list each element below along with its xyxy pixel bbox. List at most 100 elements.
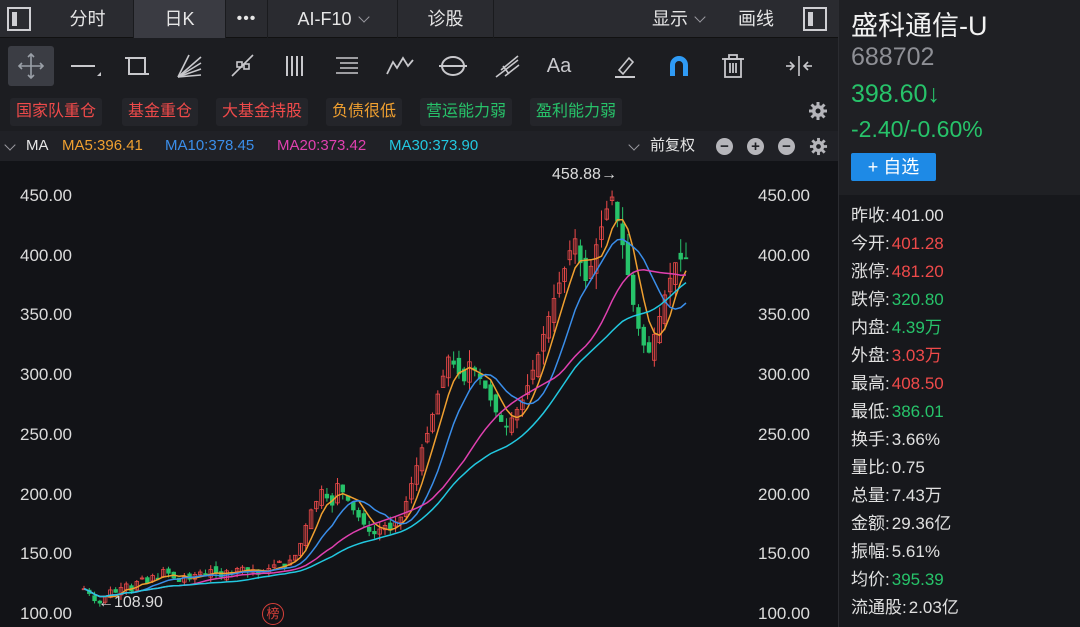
more-tabs-button[interactable]: ••• (226, 0, 268, 38)
quote-stats: 昨收: 401.00 今开: 401.28 涨停: 481.20 跌停: 320.80 内盘: 4… (839, 195, 1080, 627)
stat-label: 昨收: (851, 206, 890, 225)
stat-label: 流通股: (851, 598, 907, 617)
candle-body (356, 510, 361, 518)
kline-chart[interactable]: 458.88→ ←108.90 榜 450.00 450.00 400.00 400.… (0, 161, 838, 627)
y-tick-label: 350.00 (758, 305, 810, 325)
stat-row: 跌停: 320.80 (851, 285, 944, 310)
rectangle-tool-icon[interactable] (114, 46, 160, 86)
ma30-line (83, 282, 687, 598)
stat-label: 最低: (851, 402, 890, 421)
kline-plot (81, 190, 689, 607)
stat-value: 408.50 (891, 374, 944, 393)
stat-value: 320.80 (891, 290, 944, 309)
tag-fund-heavy[interactable]: 基金重仓 (122, 98, 199, 126)
stat-label: 均价: (851, 570, 890, 589)
candle-body (456, 357, 462, 375)
stat-label: 跌停: (851, 290, 890, 309)
fan-tool-icon[interactable] (166, 46, 212, 86)
candle-body (361, 513, 367, 525)
y-tick-label: 400.00 (758, 245, 810, 265)
y-tick-label: 300.00 (20, 365, 72, 385)
text-tool-icon[interactable]: Aa (536, 46, 582, 86)
stat-row: 外盘: 3.03万 (851, 341, 942, 366)
candle-body (636, 307, 641, 329)
stat-row: 换手: 3.66% (851, 425, 940, 450)
candle-body (683, 257, 689, 260)
candle-body (620, 223, 625, 246)
magnet-tool-icon[interactable] (656, 46, 702, 86)
stat-value: 386.01 (891, 402, 944, 421)
chevron-down-icon[interactable] (628, 139, 640, 151)
add-favorite-button[interactable]: + 自选 (851, 153, 936, 181)
stat-label: 外盘: (851, 346, 890, 365)
stat-row: 今开: 401.28 (851, 229, 944, 254)
wave-tool-icon[interactable] (378, 46, 424, 86)
candle-body (615, 201, 620, 222)
zoom-out-icon[interactable]: − (778, 138, 795, 155)
tab-intraday[interactable]: 分时 (42, 0, 134, 38)
candle-body (213, 566, 219, 574)
pen-tool-icon[interactable] (602, 46, 648, 86)
sidebar-toggle-icon[interactable] (7, 7, 31, 31)
stat-value: 395.39 (891, 570, 944, 589)
pitchfork-tool-icon[interactable] (484, 46, 530, 86)
tab-ai-f10[interactable]: AI-F10 (268, 0, 398, 38)
candle-body (451, 360, 456, 365)
quote-panel: 盛科通信-U 688702 398.60↓ -2.40/-0.60% + 自选 … (838, 0, 1080, 627)
tag-national-team[interactable]: 国家队重仓 (10, 98, 103, 126)
stat-label: 金额: (851, 514, 890, 533)
candle-body (498, 415, 504, 422)
min-price-label: ←108.90 (98, 594, 163, 612)
move-tool-icon[interactable] (8, 46, 54, 86)
y-tick-label: 200.00 (20, 484, 72, 504)
adjust-mode-label[interactable]: 前复权 (650, 131, 695, 161)
stat-row: 内盘: 4.39万 (851, 313, 942, 338)
stat-value: 29.36亿 (891, 514, 952, 533)
candle-body (324, 493, 330, 499)
line-tool-icon[interactable] (62, 46, 108, 86)
stat-label: 内盘: (851, 318, 890, 337)
candle-body (340, 484, 345, 493)
stat-label: 振幅: (851, 542, 890, 561)
tag-big-fund[interactable]: 大基金持股 (216, 98, 309, 126)
collapse-toolbar-icon[interactable] (776, 46, 822, 86)
tab-daily-k[interactable]: 日K (134, 0, 226, 38)
stat-value: 3.03万 (891, 346, 942, 365)
draw-line-button[interactable]: 画线 (728, 0, 784, 38)
chevron-down-icon (357, 11, 370, 23)
y-tick-label: 300.00 (758, 365, 810, 385)
ma20-value: MA20:373.42 (277, 137, 367, 154)
channel-tool-icon[interactable] (220, 46, 266, 86)
stat-value: 7.43万 (891, 486, 942, 505)
stat-row: 最高: 408.50 (851, 369, 944, 394)
collapse-circle-icon[interactable]: − (716, 138, 733, 155)
stat-value: 3.66% (891, 430, 940, 449)
tab-diagnosis[interactable]: 诊股 (398, 0, 494, 38)
ranking-badge[interactable]: 榜 (262, 603, 284, 625)
tags-settings-icon[interactable] (808, 101, 828, 126)
top-bar: 分时 日K ••• AI-F10 诊股 显示 画线 (0, 0, 838, 38)
trash-tool-icon[interactable] (710, 46, 756, 86)
stat-value: 401.00 (891, 206, 944, 225)
show-label: 显示 (652, 9, 688, 29)
stat-value: 481.20 (891, 262, 944, 281)
zoom-in-icon[interactable]: + (747, 138, 764, 155)
tag-weak-profit[interactable]: 盈利能力弱 (530, 98, 623, 126)
fibonacci-tool-icon[interactable] (324, 46, 370, 86)
tag-low-debt[interactable]: 负债很低 (326, 98, 403, 126)
stat-value: 4.39万 (891, 318, 942, 337)
stat-value: 401.28 (891, 234, 944, 253)
y-tick-label: 150.00 (20, 544, 72, 564)
candle-body (92, 595, 97, 602)
y-tick-label: 400.00 (20, 245, 72, 265)
tag-weak-operation[interactable]: 营运能力弱 (420, 98, 513, 126)
chevron-down-icon[interactable] (4, 139, 16, 151)
cycle-tool-icon[interactable] (430, 46, 476, 86)
candle-body (145, 577, 150, 584)
candle-body (493, 394, 499, 413)
stat-value: 5.61% (891, 542, 940, 561)
panel-toggle-icon[interactable] (803, 7, 827, 31)
vertical-lines-tool-icon[interactable] (272, 46, 318, 86)
show-dropdown[interactable]: 显示 (630, 0, 726, 38)
y-tick-label: 250.00 (758, 424, 810, 444)
